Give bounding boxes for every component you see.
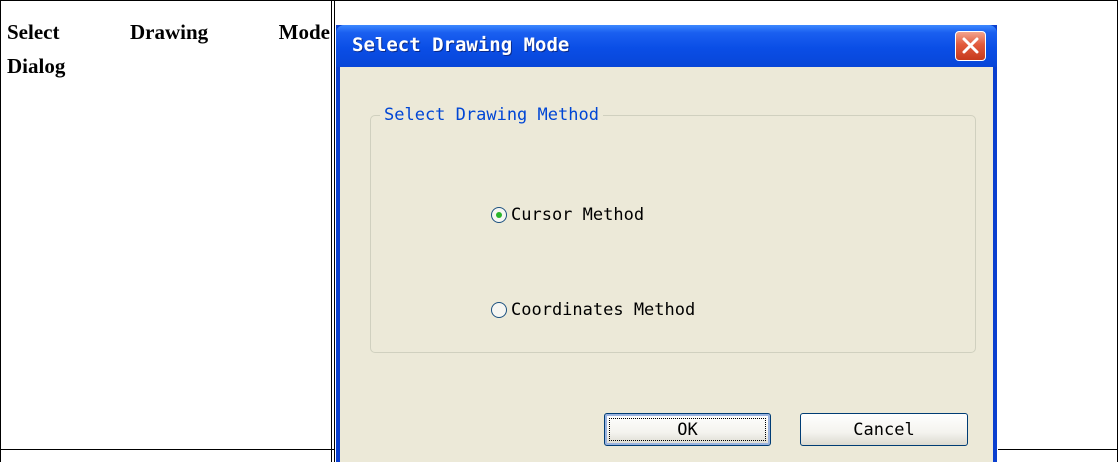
close-x-icon [962,37,979,54]
cancel-button-label: Cancel [853,419,915,440]
groupbox-title: Select Drawing Method [380,105,603,125]
ok-button-label: OK [677,419,698,440]
row-label-word: Mode [278,20,330,44]
row-label-line1: Select Drawing Mode [7,15,330,49]
cancel-button[interactable]: Cancel [800,413,968,446]
row-label-cell: Select Drawing Mode Dialog [7,15,330,83]
ok-button[interactable]: OK [604,413,771,446]
radio-label: Coordinates Method [511,300,696,320]
table-row-divider-right [998,449,1118,450]
dialog-titlebar[interactable]: Select Drawing Mode [336,25,997,67]
radio-label: Cursor Method [511,205,645,225]
dialog-title: Select Drawing Mode [352,34,570,56]
radio-checked-icon[interactable] [491,207,507,223]
radio-option-coordinates-method[interactable]: Coordinates Method [491,300,695,320]
radio-unchecked-icon[interactable] [491,302,507,318]
table-row-divider [0,449,335,450]
radio-option-cursor-method[interactable]: Cursor Method [491,205,644,225]
close-button[interactable] [955,31,986,61]
select-drawing-mode-dialog: Select Drawing Mode Select Drawing Metho… [336,25,997,462]
table-top-border [0,0,1118,1]
dialog-client-area: Select Drawing Method Cursor Method Coor… [340,67,993,462]
table-right-border [1117,0,1118,462]
row-label-line2: Dialog [7,54,66,78]
table-column-divider-double [334,0,335,462]
table-left-border [0,0,1,462]
table-column-divider [331,0,332,462]
row-label-word: Drawing [129,20,209,44]
row-label-word: Select [7,20,60,44]
